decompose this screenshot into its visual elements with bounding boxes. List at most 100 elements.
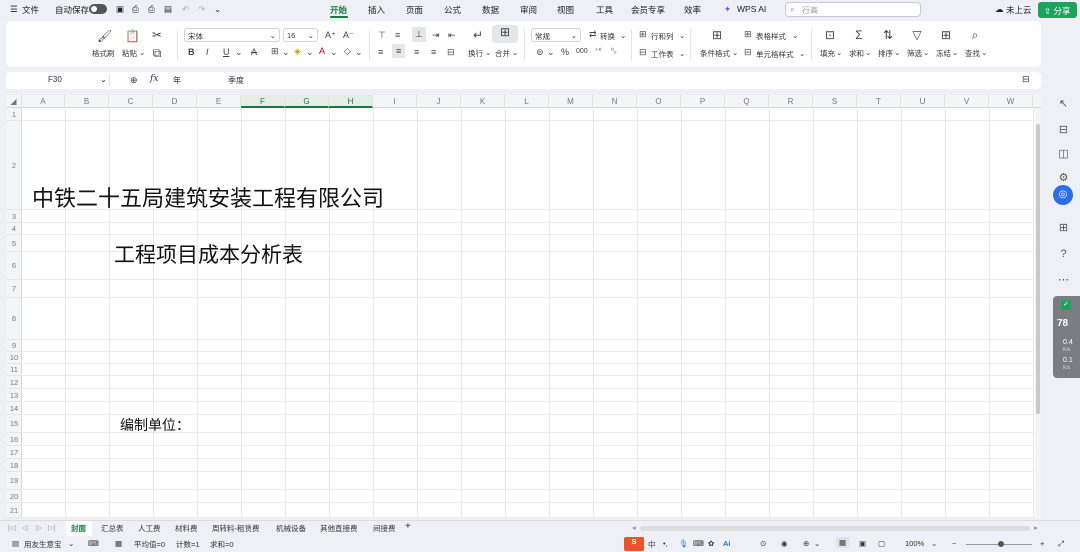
column-header-W[interactable]: W	[989, 95, 1033, 108]
sheet-tab-labor[interactable]: 人工费	[138, 523, 161, 534]
bold-icon[interactable]: B	[188, 47, 195, 57]
decrease-font-icon[interactable]: A⁻	[343, 30, 354, 41]
row-col-icon[interactable]: ⊞	[639, 29, 647, 40]
vertical-scrollbar[interactable]	[1035, 108, 1041, 518]
tab-data[interactable]: 数据	[482, 4, 499, 16]
row-header-10[interactable]: 10	[6, 352, 22, 364]
zoom-slider-knob[interactable]	[998, 541, 1004, 547]
add-sheet-icon[interactable]: +	[405, 521, 411, 532]
table-style-dropdown-icon[interactable]: ⌄	[792, 31, 798, 40]
align-left-icon[interactable]: ≡	[378, 47, 383, 57]
sheet-tab-summary[interactable]: 汇总表	[101, 523, 124, 534]
column-header-O[interactable]: O	[637, 95, 681, 108]
row-header-17[interactable]: 17	[6, 446, 22, 459]
currency-dropdown-icon[interactable]: ⌄	[547, 47, 555, 58]
filter-dropdown-icon[interactable]: ⌄	[923, 48, 929, 57]
align-top-icon[interactable]: ⊤	[378, 30, 386, 41]
freeze-button[interactable]: 冻结	[936, 48, 951, 59]
align-center-icon[interactable]: ≡	[392, 44, 406, 58]
indent-decrease-icon[interactable]: ⇤	[448, 30, 456, 41]
column-header-E[interactable]: E	[197, 95, 241, 108]
column-header-R[interactable]: R	[769, 95, 813, 108]
tab-review[interactable]: 审阅	[520, 4, 537, 16]
paste-dropdown-icon[interactable]: ⌄	[139, 48, 145, 57]
ime-mic-icon[interactable]: 🎙	[679, 539, 689, 548]
worksheet-dropdown-icon[interactable]: ⌄	[679, 49, 685, 58]
merge-dropdown-icon[interactable]: ⌄	[512, 48, 518, 57]
layout-dropdown-icon[interactable]: ⌄	[814, 539, 820, 548]
ime-chinese-icon[interactable]: 中	[648, 539, 656, 550]
column-header-A[interactable]: A	[22, 95, 65, 108]
justify-icon[interactable]: ≡	[431, 47, 436, 57]
sum-button[interactable]: 求和	[849, 48, 864, 59]
ime-ai-icon[interactable]: Ai	[723, 539, 731, 548]
cell-compiler[interactable]: 编制单位：	[120, 415, 190, 435]
column-header-G[interactable]: G	[285, 95, 329, 108]
hamburger-icon[interactable]: ☰	[10, 4, 18, 15]
zoom-out-icon[interactable]: −	[952, 539, 956, 548]
currency-icon[interactable]: ⊜	[536, 47, 544, 58]
row-header-15[interactable]: 15	[6, 415, 22, 433]
zoom-in-icon[interactable]: +	[1040, 539, 1044, 548]
sort-icon[interactable]: ⇅	[881, 28, 895, 42]
fill-color-dropdown-icon[interactable]: ⌄	[306, 47, 314, 58]
percent-button[interactable]: %	[561, 47, 569, 57]
redo-icon[interactable]: ↷	[198, 4, 205, 15]
font-color-icon[interactable]: A	[319, 46, 325, 56]
row-header-18[interactable]: 18	[6, 459, 22, 472]
tab-efficiency[interactable]: 效率	[684, 4, 701, 16]
search-input[interactable]: 行高	[785, 2, 921, 17]
file-menu[interactable]: 文件	[22, 4, 39, 16]
cloud-status[interactable]: 未上云	[1006, 4, 1032, 16]
row-header-19[interactable]: 19	[6, 472, 22, 490]
sum-dropdown-icon[interactable]: ⌄	[865, 48, 871, 57]
cell-report-title[interactable]: 工程项目成本分析表	[114, 239, 303, 269]
worksheet-button[interactable]: 工作表	[651, 49, 674, 60]
prev-sheet-icon[interactable]: ◁	[22, 523, 28, 532]
ime-punct-icon[interactable]: •,	[663, 539, 668, 548]
find-icon[interactable]: ⌕	[968, 28, 982, 42]
column-header-J[interactable]: J	[417, 95, 461, 108]
zoom-formula-icon[interactable]: ⊕	[130, 75, 138, 86]
doc-helper[interactable]: 用友生意宝	[24, 539, 62, 550]
status-average[interactable]: 平均值=0	[134, 539, 165, 550]
cell-style-button[interactable]: 单元格样式	[756, 49, 794, 60]
number-format-select[interactable]: 常规 ⌄	[531, 28, 581, 42]
first-sheet-icon[interactable]: |◁	[8, 523, 16, 532]
autosave-toggle[interactable]	[89, 4, 107, 14]
row-header-21[interactable]: 21	[6, 503, 22, 518]
align-right-icon[interactable]: ≡	[414, 47, 419, 57]
row-header-16[interactable]: 16	[6, 433, 22, 446]
filter-button[interactable]: 筛选	[907, 48, 922, 59]
more-icon[interactable]: ⌄	[214, 4, 221, 15]
sheet-tab-machinery[interactable]: 机械设备	[276, 523, 306, 534]
italic-icon[interactable]: I	[206, 47, 209, 57]
column-header-F[interactable]: F	[241, 95, 285, 108]
formula-content-a[interactable]: 年	[173, 75, 181, 86]
strikethrough-icon[interactable]: A	[251, 47, 257, 57]
worksheet-icon[interactable]: ⊟	[639, 47, 647, 58]
help-icon[interactable]: ?	[1057, 248, 1070, 261]
column-header-T[interactable]: T	[857, 95, 901, 108]
macro-icon[interactable]: ⌨	[88, 539, 99, 548]
ime-keyboard-icon[interactable]: ⌨	[693, 539, 704, 548]
sheet-tab-other-direct[interactable]: 其他直接费	[320, 523, 358, 534]
font-size-select[interactable]: 16 ⌄	[283, 28, 318, 42]
sheet-tab-rental[interactable]: 周转料-租赁费	[212, 523, 260, 534]
tab-home[interactable]: 开始	[330, 4, 347, 16]
column-header-M[interactable]: M	[549, 95, 593, 108]
thousands-button[interactable]: 000	[576, 48, 588, 55]
column-header-H[interactable]: H	[329, 95, 373, 108]
column-header-S[interactable]: S	[813, 95, 857, 108]
table-style-button[interactable]: 表格样式	[756, 31, 786, 42]
ime-logo-icon[interactable]: S	[624, 537, 644, 551]
freeze-icon[interactable]: ⊞	[939, 28, 953, 42]
scroll-thumb[interactable]	[1036, 124, 1040, 414]
book-icon[interactable]: ⊞	[1057, 222, 1070, 235]
fill-dropdown-icon[interactable]: ⌄	[836, 48, 842, 57]
row-header-20[interactable]: 20	[6, 490, 22, 503]
preview-icon[interactable]: ▤	[164, 4, 172, 15]
row-header-6[interactable]: 6	[6, 252, 22, 280]
column-header-D[interactable]: D	[153, 95, 197, 108]
tab-insert[interactable]: 插入	[368, 4, 385, 16]
